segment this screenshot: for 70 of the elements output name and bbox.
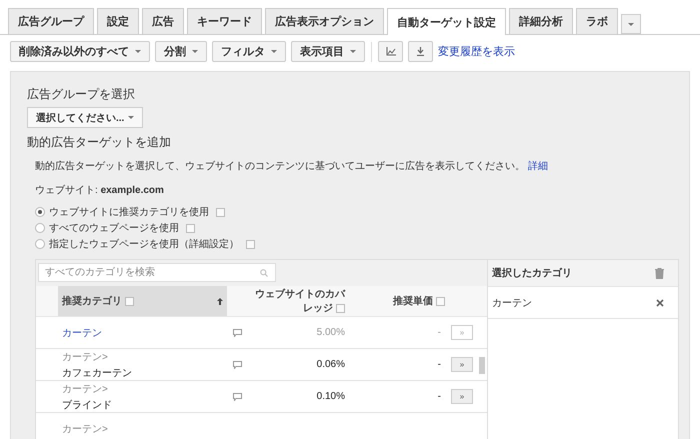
caret-icon — [628, 22, 634, 26]
help-icon[interactable] — [336, 304, 345, 313]
coverage-value: 0.10% — [316, 391, 345, 402]
tab[interactable]: 自動ターゲット設定 — [387, 8, 506, 35]
tab[interactable]: ラボ — [576, 8, 618, 34]
help-icon[interactable] — [246, 240, 255, 248]
comment-icon — [233, 360, 242, 368]
parent-category: カーテン> — [62, 350, 108, 364]
dropdown-button[interactable]: フィルタ — [212, 41, 286, 62]
search-field[interactable]: すべてのカテゴリを検索 — [38, 263, 276, 282]
section-heading: 動的広告ターゲットを追加 — [27, 134, 172, 151]
caret-icon — [271, 50, 277, 53]
caret-icon — [128, 116, 134, 119]
ad-group-dropdown[interactable]: 選択してください... — [27, 107, 144, 128]
dropdown-button[interactable]: 分割 — [155, 41, 207, 62]
help-icon[interactable] — [436, 296, 445, 306]
dropdown-button[interactable]: 削除済み以外のすべて — [10, 41, 150, 62]
help-icon[interactable] — [125, 296, 134, 306]
option-label: 指定したウェブページを使用（詳細設定） — [49, 238, 239, 251]
panel-title: 選択したカテゴリ — [492, 266, 572, 280]
tab[interactable]: 詳細分析 — [509, 8, 573, 34]
coverage-value: 5.00% — [316, 327, 345, 338]
download-icon — [416, 47, 425, 56]
help-icon[interactable] — [186, 224, 195, 232]
trash-icon[interactable] — [655, 268, 664, 278]
price-value: - — [438, 391, 441, 402]
selected-category: カーテン — [492, 296, 532, 310]
comment-icon — [233, 392, 242, 400]
add-button[interactable]: » — [451, 389, 473, 404]
sort-up-icon — [217, 298, 223, 304]
tab[interactable]: 広告表示オプション — [265, 8, 384, 34]
radio-button[interactable] — [35, 207, 45, 217]
caret-icon — [135, 50, 141, 53]
category-name: カフェカーテン — [62, 366, 132, 380]
chart-button[interactable] — [378, 41, 403, 62]
option-label: すべてのウェブページを使用 — [49, 222, 179, 235]
coverage-value: 0.06% — [316, 359, 345, 370]
price-value: - — [438, 327, 441, 338]
parent-category: カーテン> — [62, 382, 108, 396]
dropdown-button[interactable]: 表示項目 — [291, 41, 365, 62]
tab[interactable]: 広告 — [142, 8, 184, 34]
column-header[interactable]: 推奨単価 — [351, 286, 487, 317]
tab[interactable]: 広告グループ — [8, 8, 94, 34]
change-history-link[interactable]: 変更履歴を表示 — [438, 44, 515, 59]
download-button[interactable] — [408, 41, 433, 62]
category-name: カーテン — [62, 326, 102, 340]
close-icon[interactable] — [656, 298, 664, 306]
line-chart-icon — [386, 47, 396, 56]
tab[interactable]: 設定 — [97, 8, 139, 34]
details-link[interactable]: 詳細 — [528, 161, 548, 172]
tab[interactable]: キーワード — [187, 8, 262, 34]
column-header[interactable]: 推奨カテゴリ — [58, 286, 227, 317]
description-text: 動的広告ターゲットを選択して、ウェブサイトのコンテンツに基づいてユーザーに広告を表示してください。 — [35, 161, 525, 172]
radio-button[interactable] — [35, 223, 45, 233]
scrollbar-thumb[interactable] — [479, 357, 485, 374]
add-button[interactable]: » — [451, 357, 473, 372]
more-tabs-button[interactable] — [621, 14, 641, 34]
website-text: ウェブサイト: example.com — [35, 184, 165, 197]
caret-icon — [350, 50, 356, 53]
parent-category: カーテン> — [62, 422, 108, 436]
search-icon — [260, 269, 268, 277]
option-label: ウェブサイトに推奨カテゴリを使用 — [49, 206, 209, 219]
column-header[interactable]: ウェブサイトのカバレッジ — [227, 286, 351, 317]
radio-button[interactable] — [35, 239, 45, 249]
section-heading: 広告グループを選択 — [27, 86, 136, 103]
help-icon[interactable] — [216, 208, 225, 216]
comment-icon — [233, 328, 242, 336]
caret-icon — [192, 50, 198, 53]
category-name: ブラインド — [62, 398, 112, 412]
price-value: - — [438, 359, 441, 370]
